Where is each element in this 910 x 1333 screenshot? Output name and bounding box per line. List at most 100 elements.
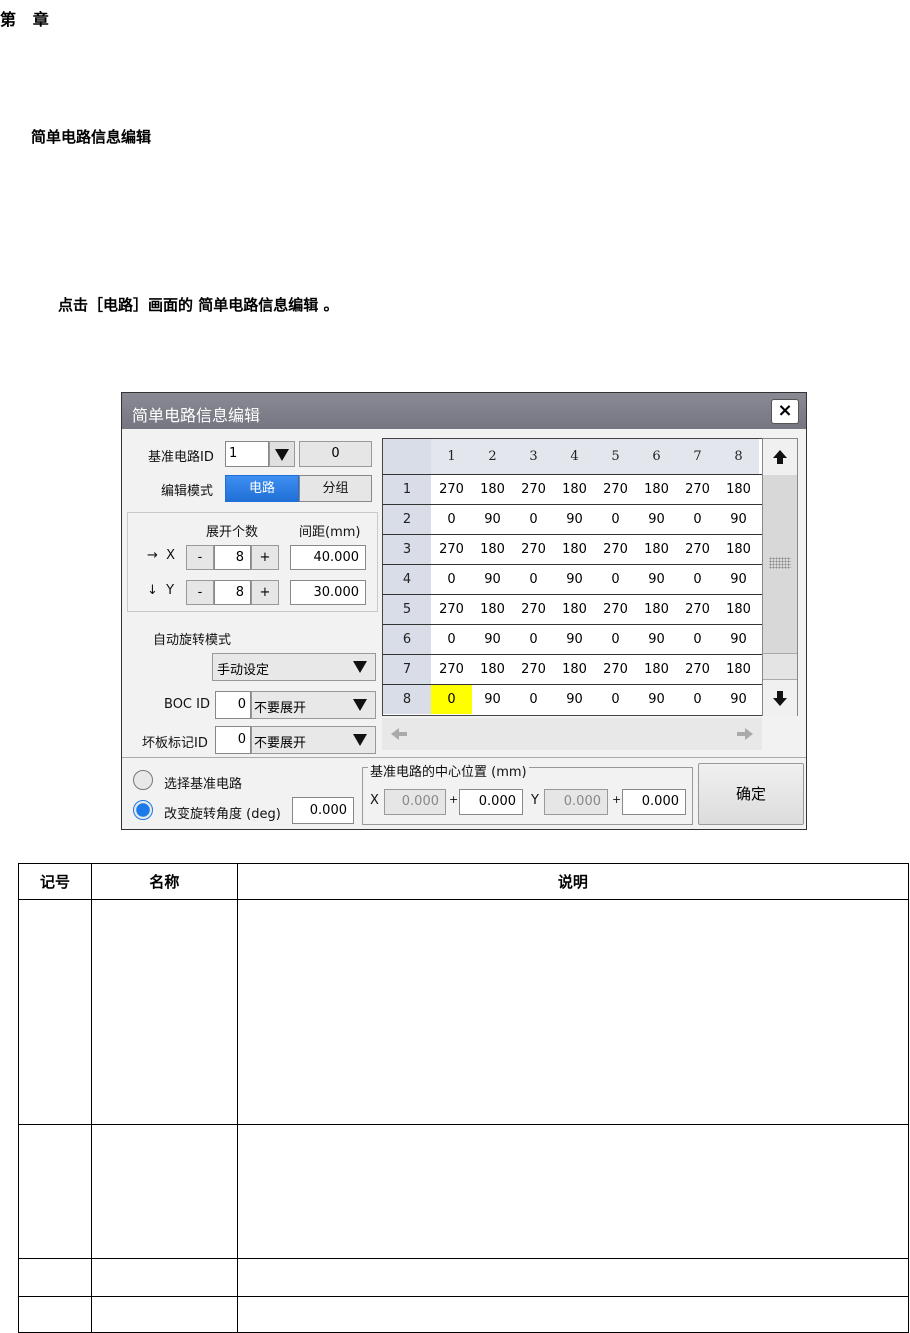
center-y-label: Y xyxy=(531,793,539,808)
scroll-down-button[interactable] xyxy=(763,679,797,716)
grid-cell[interactable]: 180 xyxy=(472,535,513,564)
grid-cell[interactable]: 90 xyxy=(472,505,513,534)
grid-cell[interactable]: 180 xyxy=(718,535,759,564)
center-y-offset-input[interactable]: 0.000 xyxy=(622,789,686,815)
grid-cell[interactable]: 270 xyxy=(513,655,554,684)
grid-cell[interactable]: 90 xyxy=(636,565,677,594)
grid-cell[interactable]: 90 xyxy=(472,685,513,714)
boc-expand-select[interactable]: 不要展开 xyxy=(251,691,376,719)
grid-cell[interactable]: 180 xyxy=(718,595,759,624)
arrow-down-icon: ↓ xyxy=(147,583,158,598)
grid-cell[interactable]: 180 xyxy=(718,655,759,684)
grid-cell[interactable]: 270 xyxy=(595,595,636,624)
grid-cell[interactable]: 180 xyxy=(472,595,513,624)
x-spacing-input[interactable]: 40.000 xyxy=(290,545,366,570)
grid-cell[interactable]: 270 xyxy=(595,535,636,564)
grid-cell[interactable]: 270 xyxy=(595,655,636,684)
grid-cell[interactable]: 180 xyxy=(554,655,595,684)
auto-rotate-value: 手动设定 xyxy=(217,663,270,678)
grid-cell[interactable]: 270 xyxy=(677,655,718,684)
grid-cell[interactable]: 90 xyxy=(636,505,677,534)
grid-cell[interactable]: 90 xyxy=(472,625,513,654)
grid-cell[interactable]: 90 xyxy=(718,625,759,654)
grid-cell[interactable]: 0 xyxy=(431,625,472,654)
grid-cell[interactable]: 270 xyxy=(677,535,718,564)
grid-cell[interactable]: 0 xyxy=(513,565,554,594)
grid-cell[interactable]: 270 xyxy=(431,595,472,624)
grid-cell[interactable]: 180 xyxy=(554,475,595,504)
grid-cell[interactable]: 270 xyxy=(677,475,718,504)
grid-cell[interactable]: 180 xyxy=(636,595,677,624)
y-axis-label: Y xyxy=(166,583,175,598)
grid-cell[interactable]: 90 xyxy=(554,505,595,534)
grid-cell[interactable]: 90 xyxy=(636,685,677,714)
x-decrement-button[interactable]: - xyxy=(186,545,214,570)
grid-cell[interactable]: 0 xyxy=(677,625,718,654)
grid-cell[interactable]: 90 xyxy=(554,685,595,714)
grid-cell[interactable]: 0 xyxy=(677,565,718,594)
horizontal-scrollbar[interactable] xyxy=(382,718,762,750)
grid-cell[interactable]: 180 xyxy=(472,475,513,504)
grid-cell[interactable]: 180 xyxy=(718,475,759,504)
grid-cell[interactable]: 0 xyxy=(513,505,554,534)
y-spacing-input[interactable]: 30.000 xyxy=(290,580,366,605)
grid-cell[interactable]: 90 xyxy=(636,625,677,654)
grid-cell[interactable]: 0 xyxy=(595,625,636,654)
close-button[interactable]: × xyxy=(771,399,799,424)
boc-id-label: BOC ID xyxy=(164,697,210,712)
grid-cell[interactable]: 90 xyxy=(554,565,595,594)
grid-cell[interactable]: 90 xyxy=(472,565,513,594)
grid-cell[interactable]: 180 xyxy=(472,655,513,684)
scroll-right-button[interactable] xyxy=(728,718,762,750)
auto-rotate-select[interactable]: 手动设定 xyxy=(212,653,376,681)
grid-cell[interactable]: 0 xyxy=(595,565,636,594)
grid-cell[interactable]: 270 xyxy=(513,475,554,504)
center-x-offset-input[interactable]: 0.000 xyxy=(459,789,523,815)
grid-cell[interactable]: 0 xyxy=(513,685,554,714)
grid-cell[interactable]: 90 xyxy=(718,565,759,594)
grid-cell[interactable]: 180 xyxy=(636,535,677,564)
grid-cell[interactable]: 90 xyxy=(718,685,759,714)
confirm-button[interactable]: 确定 xyxy=(698,763,804,825)
grid-cell[interactable]: 0 xyxy=(431,505,472,534)
edit-mode-circuit-tab[interactable]: 电路 xyxy=(225,475,299,502)
grid-cell[interactable]: 180 xyxy=(636,475,677,504)
grid-cell[interactable]: 0 xyxy=(677,505,718,534)
grid-cell[interactable]: 270 xyxy=(431,655,472,684)
angle-input[interactable]: 0.000 xyxy=(292,797,354,824)
y-increment-button[interactable]: + xyxy=(251,580,279,605)
grid-cell[interactable]: 0 xyxy=(513,625,554,654)
base-circuit-select[interactable]: 1 xyxy=(225,441,269,467)
grid-cell[interactable]: 0 xyxy=(677,685,718,714)
grid-cell[interactable]: 270 xyxy=(595,475,636,504)
scroll-up-button[interactable] xyxy=(763,439,797,476)
scroll-left-button[interactable] xyxy=(382,718,416,750)
y-decrement-button[interactable]: - xyxy=(186,580,214,605)
bad-mark-expand-select[interactable]: 不要展开 xyxy=(251,726,376,754)
select-base-radio[interactable] xyxy=(133,770,153,790)
grid-cell[interactable]: 90 xyxy=(554,625,595,654)
grid-cell[interactable]: 180 xyxy=(636,655,677,684)
vertical-scrollbar[interactable] xyxy=(762,438,798,716)
scroll-thumb[interactable] xyxy=(763,475,797,654)
base-circuit-dropdown-button[interactable] xyxy=(269,441,295,467)
grid-cell[interactable]: 180 xyxy=(554,535,595,564)
bad-mark-id-input[interactable]: 0 xyxy=(215,726,251,754)
grid-cell[interactable]: 270 xyxy=(431,535,472,564)
grid-cell[interactable]: 270 xyxy=(513,595,554,624)
grid-cell[interactable]: 0 xyxy=(595,505,636,534)
boc-id-input[interactable]: 0 xyxy=(215,691,251,719)
grid-cell[interactable]: 90 xyxy=(718,505,759,534)
grid-cell[interactable]: 0 xyxy=(431,565,472,594)
x-increment-button[interactable]: + xyxy=(251,545,279,570)
grid-cell[interactable]: 270 xyxy=(513,535,554,564)
grid-cell[interactable]: 180 xyxy=(554,595,595,624)
grid-cell[interactable]: 0 xyxy=(431,685,472,714)
change-angle-radio[interactable] xyxy=(133,800,153,820)
edit-mode-group-tab[interactable]: 分组 xyxy=(299,475,372,502)
grid-cell[interactable]: 0 xyxy=(595,685,636,714)
y-count-input[interactable]: 8 xyxy=(214,580,251,605)
grid-cell[interactable]: 270 xyxy=(677,595,718,624)
grid-cell[interactable]: 270 xyxy=(431,475,472,504)
x-count-input[interactable]: 8 xyxy=(214,545,251,570)
